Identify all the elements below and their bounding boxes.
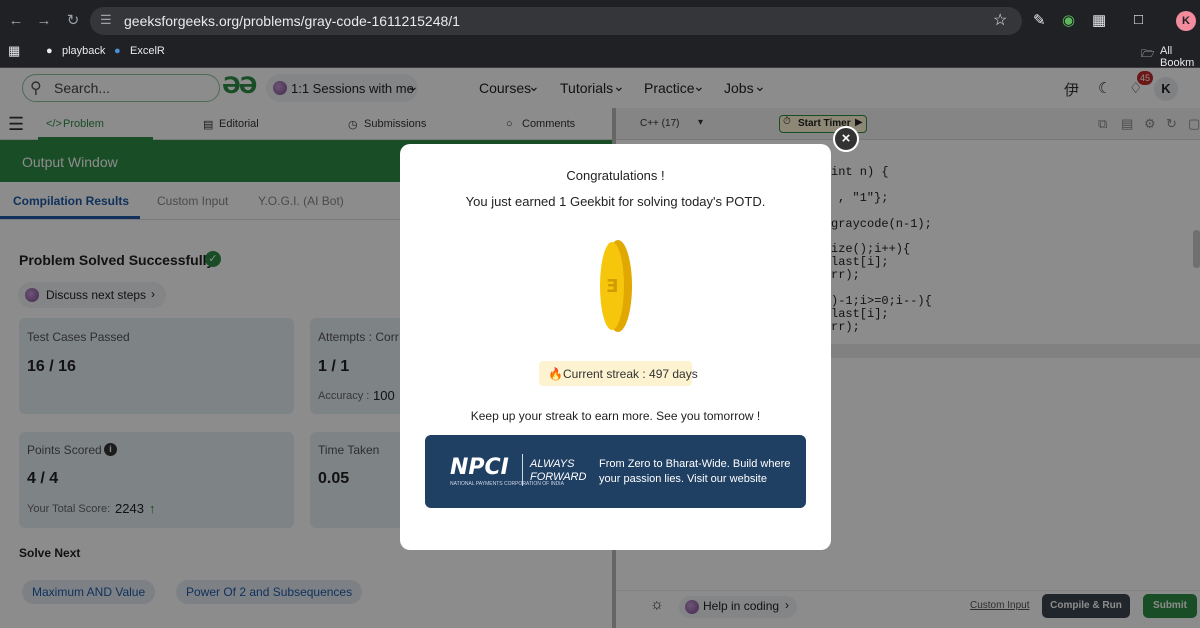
pen-extension-icon[interactable]: ✎ bbox=[1033, 11, 1046, 29]
forward-icon[interactable]: → bbox=[34, 11, 54, 31]
banner-text: From Zero to Bharat-Wide. Build where yo… bbox=[599, 458, 791, 485]
geekbit-coin-icon: Ǝ bbox=[600, 240, 632, 332]
fire-icon: 🔥 bbox=[548, 367, 563, 381]
modal-title: Congratulations ! bbox=[566, 168, 665, 183]
modal-footer-text: Keep up your streak to earn more. See yo… bbox=[470, 409, 761, 423]
banner-divider bbox=[522, 454, 523, 486]
site-settings-icon[interactable]: ☰ bbox=[100, 12, 112, 28]
back-icon[interactable]: ← bbox=[6, 11, 26, 31]
all-bookmarks[interactable]: All Bookm bbox=[1160, 45, 1200, 69]
bookmark-star-icon[interactable]: ☆ bbox=[993, 10, 1007, 30]
banner-tagline: ALWAYS FORWARD bbox=[530, 458, 586, 484]
streak-text: Current streak : 497 days bbox=[563, 367, 698, 381]
tab-search-icon[interactable]: □ bbox=[1134, 11, 1143, 28]
bookmark-playback-icon: ● bbox=[46, 45, 53, 57]
apps-grid-icon[interactable]: ▦ bbox=[8, 43, 20, 59]
url-text[interactable]: geeksforgeeks.org/problems/gray-code-161… bbox=[124, 13, 460, 29]
banner-tagline-line2: FORWARD bbox=[530, 471, 587, 483]
record-extension-icon[interactable]: ◉ bbox=[1062, 11, 1075, 29]
banner-tagline-line1: ALWAYS bbox=[530, 458, 575, 470]
bookmarks-bar bbox=[0, 42, 1200, 68]
extensions-puzzle-icon[interactable]: ▦ bbox=[1092, 11, 1106, 29]
npci-logo: NPCI bbox=[450, 455, 509, 480]
browser-profile-avatar[interactable]: K bbox=[1176, 11, 1196, 31]
svg-text:Ǝ: Ǝ bbox=[606, 276, 618, 297]
close-icon[interactable]: × bbox=[833, 126, 859, 152]
bookmark-excelr-icon: ● bbox=[114, 45, 121, 57]
modal-message: You just earned 1 Geekbit for solving to… bbox=[465, 194, 766, 209]
bookmark-excelr[interactable]: ExcelR bbox=[130, 45, 165, 57]
bookmark-playback[interactable]: playback bbox=[62, 45, 105, 57]
folder-icon: 🗁 bbox=[1141, 48, 1155, 60]
reload-icon[interactable]: ↻ bbox=[63, 11, 83, 31]
